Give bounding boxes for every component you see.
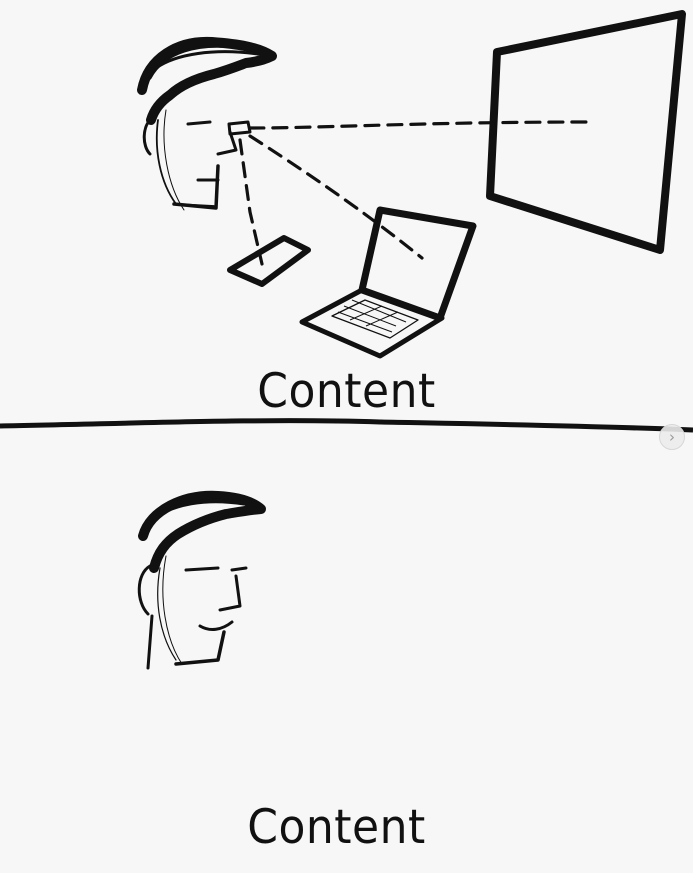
person-head-top xyxy=(137,36,277,211)
big-screen-illustration xyxy=(486,10,686,254)
bottom-caption: Content xyxy=(247,799,426,856)
chevron-right-icon: › xyxy=(669,427,675,446)
panel-divider xyxy=(0,418,693,433)
comic-canvas: Content Content › xyxy=(0,0,693,869)
phone-illustration xyxy=(227,235,311,287)
sketch-drawing xyxy=(0,10,693,670)
top-caption: Content xyxy=(257,363,436,420)
next-slide-button[interactable]: › xyxy=(659,424,685,450)
person-head-bottom xyxy=(137,490,266,670)
